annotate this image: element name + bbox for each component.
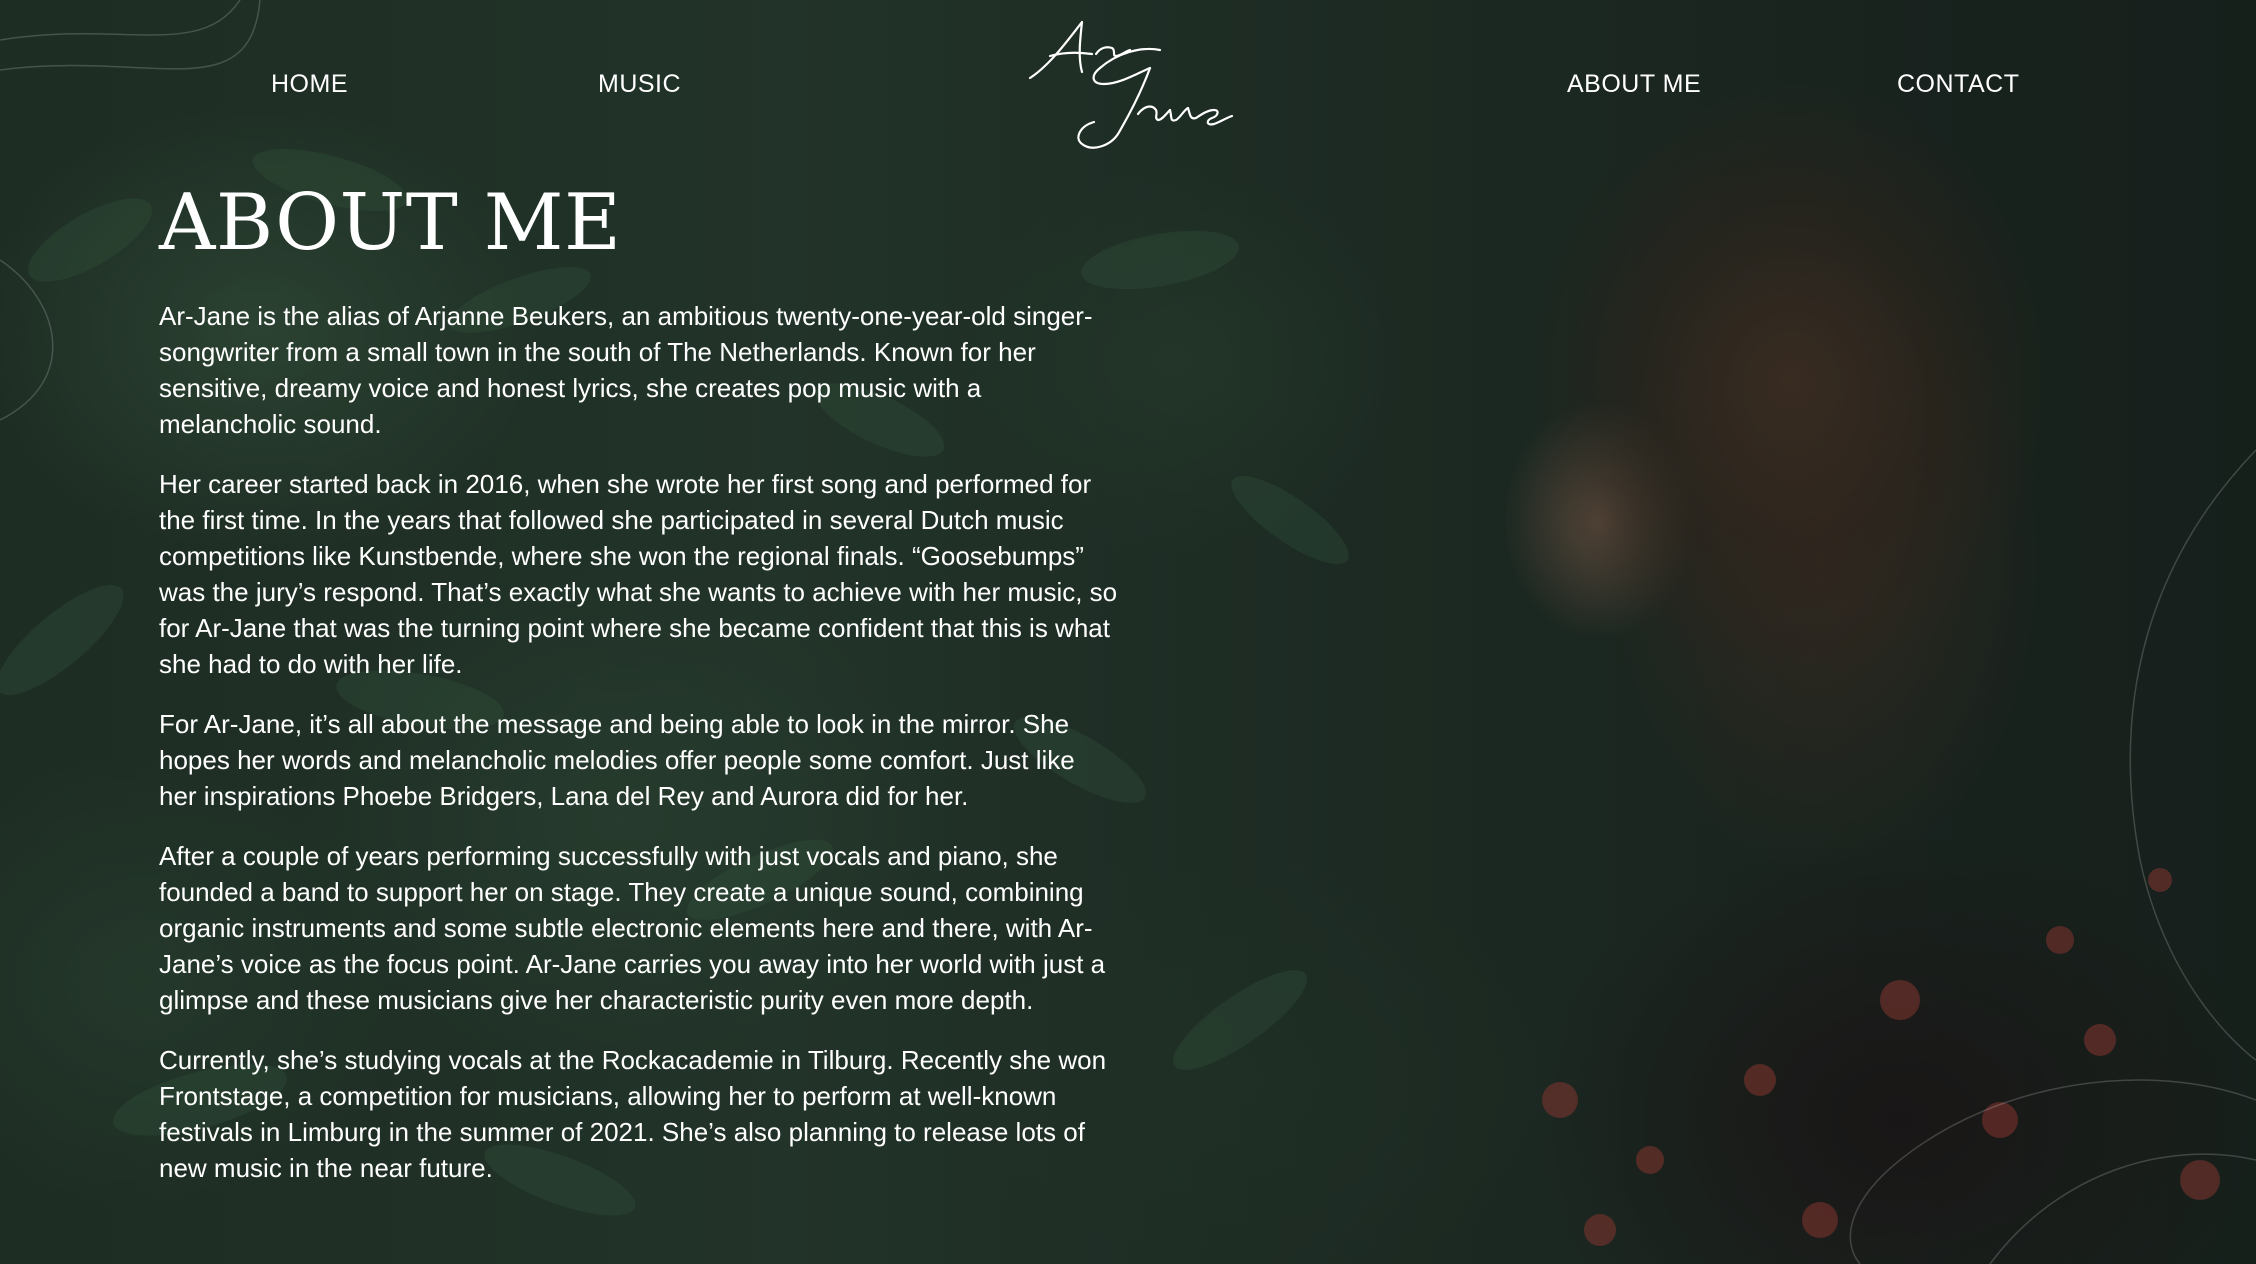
nav-link-music[interactable]: MUSIC [598,70,681,99]
about-paragraph-4: After a couple of years performing succe… [159,841,1106,1015]
main-navigation: HOME MUSIC ABOUT ME CONTACT [0,0,2256,170]
about-paragraph-1: Ar-Jane is the alias of Arjanne Beukers,… [159,301,1093,439]
about-paragraph-5: Currently, she’s studying vocals at the … [159,1045,1107,1183]
about-paragraph-3: For Ar-Jane, it’s all about the message … [159,709,1075,811]
page-title: ABOUT ME [159,178,622,268]
ar-jane-logo[interactable] [1020,10,1250,160]
about-section: ABOUT ME Ar-Jane is the alias of Arjanne… [159,178,1119,1186]
nav-link-about-me[interactable]: ABOUT ME [1567,70,1701,99]
signature-logo-graphic [1028,20,1234,149]
about-paragraph-2: Her career started back in 2016, when sh… [159,469,1118,679]
page: HOME MUSIC ABOUT ME CONTACT ABOUT ME Ar-… [0,0,2256,1264]
nav-link-contact[interactable]: CONTACT [1897,70,2019,99]
nav-link-home[interactable]: HOME [271,70,348,99]
